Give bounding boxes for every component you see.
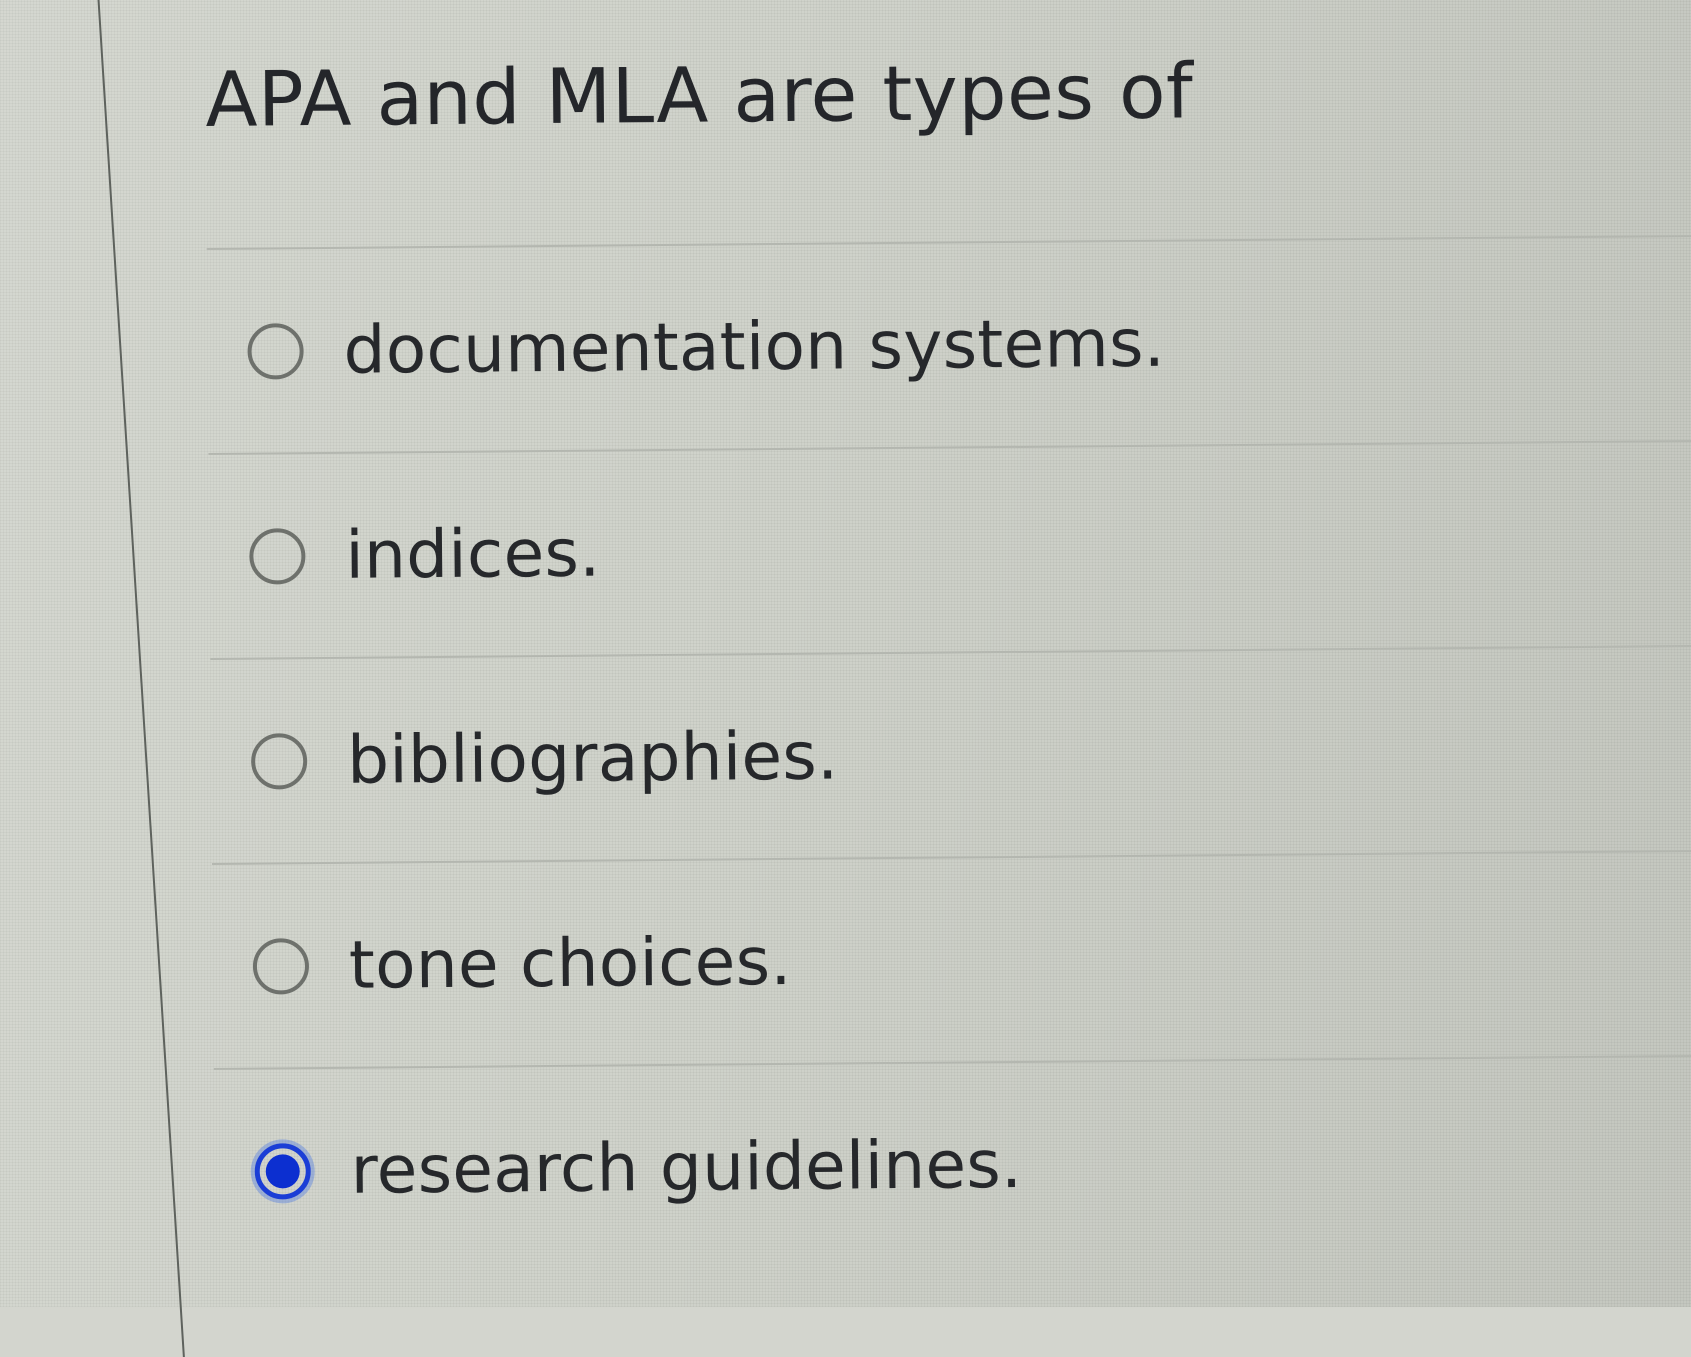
radio-button[interactable] <box>252 937 310 995</box>
radio-button[interactable] <box>247 322 304 380</box>
answer-options: documentation systems. indices. bibliogr… <box>207 237 1691 1273</box>
radio-selected-dot <box>265 1153 300 1189</box>
radio-button[interactable] <box>249 527 306 585</box>
answer-option-tone-choices[interactable]: tone choices. <box>212 852 1691 1068</box>
answer-option: documentation systems. <box>207 237 1691 455</box>
quiz-screen: APA and MLA are types of documentation s… <box>0 0 1691 1357</box>
answer-option-research-guidelines[interactable]: research guidelines. <box>214 1057 1691 1273</box>
radio-button-selected[interactable] <box>254 1142 311 1200</box>
answer-option: tone choices. <box>212 852 1691 1070</box>
option-label: documentation systems. <box>343 304 1166 389</box>
panel-left-border <box>95 0 185 1357</box>
radio-button[interactable] <box>250 732 308 790</box>
option-label: indices. <box>345 514 601 594</box>
question-text: APA and MLA are types of <box>205 46 1194 144</box>
answer-option: indices. <box>208 442 1691 660</box>
answer-option-indices[interactable]: indices. <box>208 442 1691 658</box>
question-panel: APA and MLA are types of documentation s… <box>205 42 1691 1273</box>
answer-option: research guidelines. <box>214 1057 1691 1273</box>
answer-option-documentation-systems[interactable]: documentation systems. <box>207 237 1691 453</box>
answer-option: bibliographies. <box>210 647 1691 865</box>
answer-option-bibliographies[interactable]: bibliographies. <box>210 647 1691 863</box>
option-label: research guidelines. <box>350 1125 1023 1209</box>
option-label: tone choices. <box>348 922 792 1004</box>
option-label: bibliographies. <box>346 717 839 799</box>
